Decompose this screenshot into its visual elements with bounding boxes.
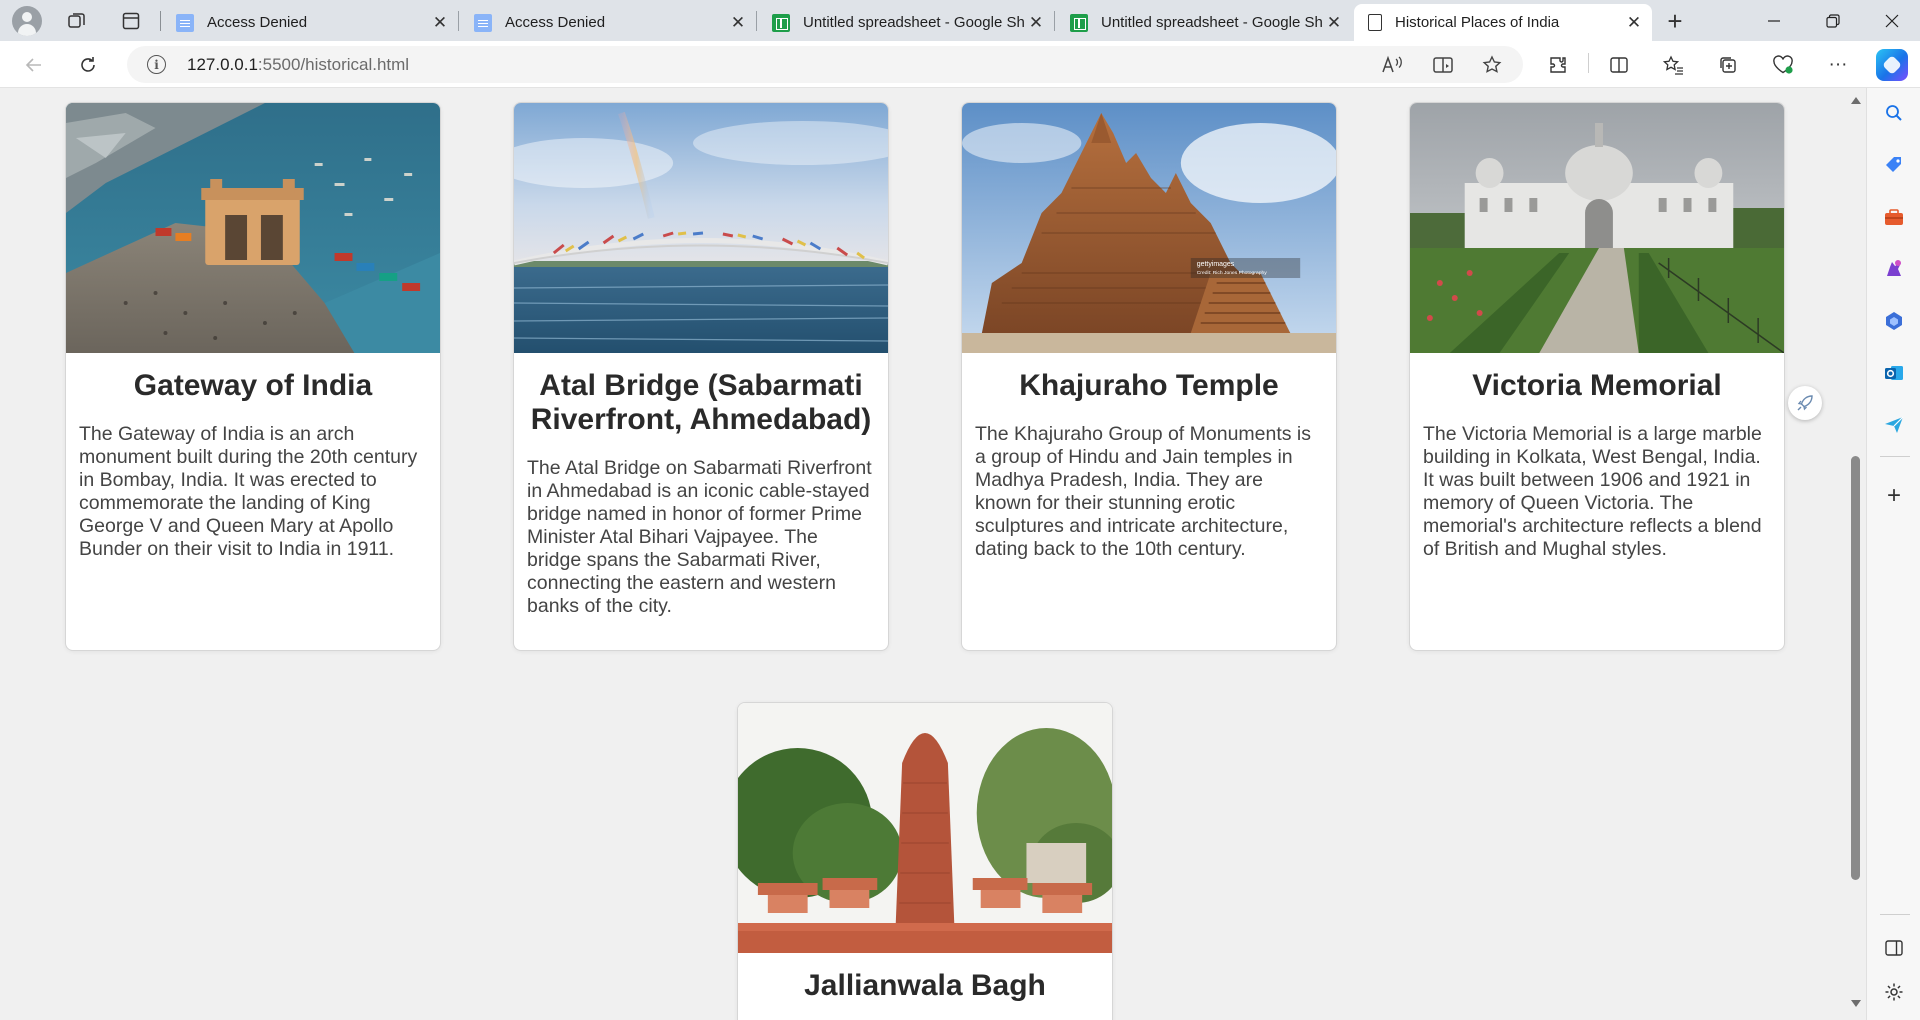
scroll-thumb[interactable] [1851,456,1860,880]
split-screen-icon[interactable] [1605,51,1633,79]
more-options-icon[interactable]: ··· [1824,51,1852,79]
tab-title: Historical Places of India [1395,14,1560,31]
page-scrollbar[interactable] [1846,88,1866,1020]
page-icon [1368,14,1382,31]
close-tab-icon[interactable]: ✕ [1024,13,1048,33]
immersive-reader-icon[interactable] [1430,52,1456,78]
sheets-icon [772,13,790,32]
svg-text:Credit: Rich Jones Photography: Credit: Rich Jones Photography [1197,270,1267,276]
collections-icon[interactable] [1714,51,1742,79]
place-description: The Victoria Memorial is a large marble … [1423,423,1762,560]
scroll-up-arrow[interactable] [1851,97,1861,104]
jallianwala-bagh-photo [738,703,1112,953]
hide-sidebar-icon[interactable] [1882,936,1906,960]
place-description: The Khajuraho Group of Monuments is a gr… [975,423,1312,560]
favorites-icon[interactable] [1659,51,1687,79]
settings-gear-icon[interactable] [1882,980,1906,1004]
close-window-button[interactable] [1864,0,1920,41]
close-tab-icon[interactable]: ✕ [428,13,452,33]
extensions-icon[interactable] [1544,51,1572,79]
refresh-button[interactable] [72,50,104,80]
browser-toolbar: i 127.0.0.1:5500/historical.html ··· [0,41,1920,88]
copilot-icon[interactable] [1876,49,1908,81]
address-bar[interactable]: i 127.0.0.1:5500/historical.html [127,46,1523,83]
gateway-of-india-photo [66,103,440,353]
tab-spreadsheet-2[interactable]: Untitled spreadsheet - Google Sh ✕ [1056,4,1352,41]
tab-historical-places[interactable]: Historical Places of India ✕ [1354,4,1652,41]
tab-title: Untitled spreadsheet - Google Sh [803,14,1024,31]
games-icon[interactable] [1882,257,1906,281]
site-info-icon[interactable]: i [147,55,166,74]
close-tab-icon[interactable]: ✕ [726,13,750,33]
tools-briefcase-icon[interactable] [1882,205,1906,229]
place-card: Victoria Memorial The Victoria Memorial … [1409,102,1785,651]
profile-avatar[interactable] [12,6,42,36]
drop-send-icon[interactable] [1882,413,1906,437]
place-description: The Atal Bridge on Sabarmati Riverfront … [527,457,872,617]
favorite-star-icon[interactable] [1479,52,1505,78]
doc-icon [176,13,194,32]
tab-actions-icon[interactable] [118,8,144,34]
workspaces-icon[interactable] [64,8,90,34]
restore-button[interactable] [1805,0,1861,41]
tab-title: Access Denied [505,14,606,31]
atal-bridge-photo [514,103,888,353]
minimize-button[interactable] [1746,0,1802,41]
search-icon[interactable] [1882,101,1906,125]
doc-icon [474,13,492,32]
copilot-sidebar-icon[interactable] [1882,309,1906,333]
place-title: Victoria Memorial [1472,369,1722,402]
tab-spreadsheet-1[interactable]: Untitled spreadsheet - Google Sh ✕ [758,4,1054,41]
scroll-down-arrow[interactable] [1851,1000,1861,1007]
tab-access-denied-1[interactable]: Access Denied ✕ [162,4,458,41]
place-title: Jallianwala Bagh [804,969,1046,1002]
tab-title: Untitled spreadsheet - Google Sh [1101,14,1322,31]
place-title: Khajuraho Temple [1019,369,1279,402]
place-card: Jallianwala Bagh [737,702,1113,1020]
victoria-memorial-photo [1410,103,1784,353]
svg-text:gettyimages: gettyimages [1197,261,1235,268]
add-sidebar-app-icon[interactable]: + [1882,482,1906,509]
close-tab-icon[interactable]: ✕ [1622,13,1646,33]
place-description: The Gateway of India is an arch monument… [79,423,418,560]
edge-sidebar: + [1866,88,1920,1020]
outlook-icon[interactable] [1882,361,1906,385]
place-title: Gateway of India [133,369,373,402]
tab-title: Access Denied [207,14,308,31]
close-tab-icon[interactable]: ✕ [1322,13,1346,33]
khajuraho-temple-photo: gettyimages Credit: Rich Jones Photograp… [962,103,1336,353]
tab-access-denied-2[interactable]: Access Denied ✕ [460,4,756,41]
shopping-tag-icon[interactable] [1882,153,1906,177]
new-tab-button[interactable]: + [1660,6,1690,36]
place-card: Gateway of India The Gateway of India is… [65,102,441,651]
page-content: Gateway of India The Gateway of India is… [0,88,1846,1020]
url-text[interactable]: 127.0.0.1:5500/historical.html [187,55,409,75]
floating-rocket-button[interactable] [1788,386,1822,420]
read-aloud-icon[interactable] [1379,52,1405,78]
back-button[interactable] [18,50,50,80]
place-title: Atal Bridge (Sabarmati Riverfront, Ahmed… [530,369,872,436]
tab-strip: Access Denied ✕ Access Denied ✕ Untitled… [0,0,1920,41]
browser-essentials-icon[interactable] [1769,51,1797,79]
place-card: gettyimages Credit: Rich Jones Photograp… [961,102,1337,651]
place-card: Atal Bridge (Sabarmati Riverfront, Ahmed… [513,102,889,651]
sheets-icon [1070,13,1088,32]
